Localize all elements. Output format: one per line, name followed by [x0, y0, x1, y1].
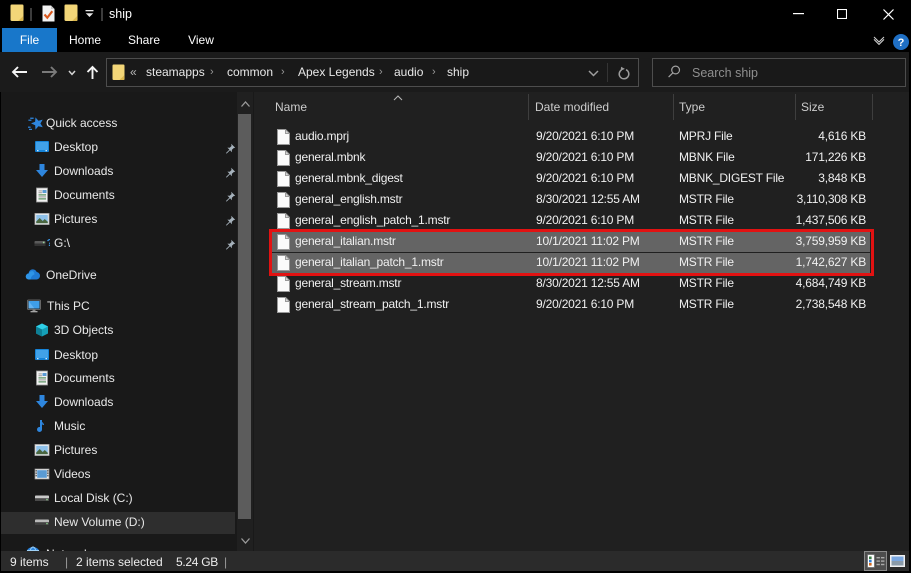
svg-text:?: ?: [47, 237, 50, 249]
svg-text:?: ?: [898, 37, 905, 49]
